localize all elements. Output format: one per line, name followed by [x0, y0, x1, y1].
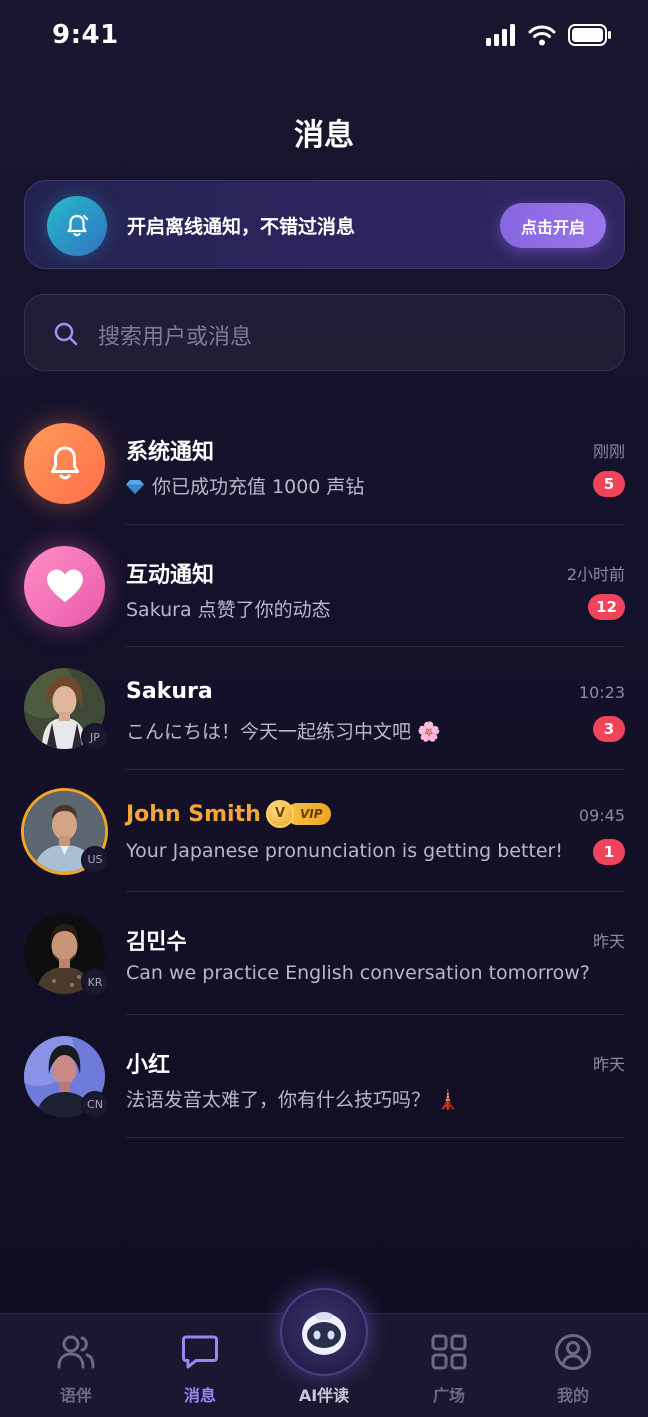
message-preview: Can we practice English conversation tom…: [126, 962, 590, 985]
country-badge: US: [81, 845, 109, 874]
message-preview: Sakura 点赞了你的动态: [126, 598, 331, 621]
enable-notifications-button[interactable]: 点击开启: [500, 203, 606, 248]
search-placeholder: 搜索用户或消息: [98, 325, 253, 350]
country-badge: JP: [81, 723, 109, 752]
message-name: Sakura: [126, 679, 213, 705]
message-name: 互动通知: [126, 562, 215, 588]
avatar: JP: [24, 668, 109, 752]
nav-label: 我的: [556, 1386, 589, 1405]
status-icons: [486, 24, 612, 46]
users-icon: [57, 1335, 95, 1369]
vip-badge: V VIP: [266, 799, 331, 828]
nav-label: AI伴读: [298, 1386, 350, 1405]
bell-icon: [50, 446, 79, 479]
message-item-system[interactable]: 系统通知 你已成功充值 1000 声钻 刚刚 5: [0, 402, 648, 525]
message-name: 系统通知: [126, 440, 215, 465]
search-icon: [54, 322, 78, 346]
nav-item-profile[interactable]: 我的: [523, 1332, 623, 1406]
message-item-interaction[interactable]: 互动通知 Sakura 点赞了你的动态 2小时前 12: [0, 525, 648, 648]
message-preview: こんにちは！今天一起练习中文吧 🌸: [126, 721, 441, 744]
nav-item-ai-reading[interactable]: AI伴读: [279, 1288, 369, 1406]
message-item-kim-minsu[interactable]: KR 김민수 Can we practice English conversat…: [0, 892, 648, 1015]
notification-banner: 开启离线通知，不错过消息 点击开启: [24, 180, 625, 269]
message-time: 刚刚: [592, 442, 625, 461]
avatar: KR: [24, 913, 109, 997]
notification-banner-text: 开启离线通知，不错过消息: [127, 216, 356, 238]
nav-label: 消息: [183, 1386, 216, 1405]
unread-badge: 1: [593, 838, 625, 865]
unread-badge: 5: [593, 471, 625, 497]
message-item-john-smith[interactable]: US John Smith V VIP Your Japanese pronun…: [0, 770, 648, 893]
country-badge: CN: [81, 1090, 109, 1119]
avatar: US: [21, 787, 109, 875]
profile-icon: [555, 1334, 591, 1370]
status-time: 9:41: [52, 20, 119, 50]
diamond-icon: [126, 480, 144, 494]
message-name: 小红: [126, 1052, 171, 1078]
grid-icon: [431, 1334, 467, 1370]
chat-icon: [182, 1335, 218, 1369]
avatar: [24, 423, 105, 504]
nav-item-language-partner[interactable]: 语伴: [26, 1332, 126, 1406]
vip-crown-icon: V: [266, 799, 294, 828]
message-preview: Your Japanese pronunciation is getting b…: [126, 839, 563, 862]
message-time: 昨天: [592, 932, 625, 952]
country-badge: KR: [81, 968, 109, 997]
message-name: 김민수: [126, 930, 187, 956]
notification-bell-icon: [47, 196, 107, 256]
nav-item-messages[interactable]: 消息: [150, 1332, 250, 1406]
wifi-icon: [528, 25, 556, 46]
bottom-nav: 语伴 消息 AI伴读 广场 我的: [0, 1288, 648, 1417]
nav-label: 语伴: [59, 1386, 92, 1405]
heart-icon: [46, 569, 83, 603]
page-title: 消息: [294, 118, 354, 153]
message-time: 09:45: [578, 805, 625, 825]
message-item-sakura[interactable]: JP Sakura こんにちは！今天一起练习中文吧 🌸 10:23 3: [0, 647, 648, 770]
nav-item-square[interactable]: 广场: [399, 1332, 499, 1406]
robot-icon: [302, 1312, 346, 1355]
search-input[interactable]: 搜索用户或消息: [24, 294, 625, 371]
message-item-xiaohong[interactable]: CN 小红 法语发音太难了，你有什么技巧吗？ 🗼 昨天: [0, 1015, 648, 1138]
nav-label: 广场: [432, 1386, 465, 1405]
message-preview: 你已成功充值 1000 声钻: [126, 472, 364, 499]
message-list: 系统通知 你已成功充值 1000 声钻 刚刚 5 互动通知 Sakura 点赞了…: [0, 402, 648, 1138]
avatar: CN: [24, 1035, 109, 1119]
status-bar: 9:41: [0, 0, 648, 74]
message-time: 昨天: [592, 1054, 625, 1074]
battery-icon: [568, 24, 611, 46]
avatar: [24, 545, 105, 627]
message-preview: 法语发音太难了，你有什么技巧吗？ 🗼: [126, 1088, 460, 1111]
message-name: John Smith: [126, 801, 261, 827]
message-time: 10:23: [578, 683, 625, 703]
divider: [126, 1136, 625, 1138]
unread-badge: 12: [588, 593, 625, 620]
unread-badge: 3: [593, 716, 625, 743]
message-time: 2小时前: [566, 564, 625, 584]
signal-icon: [486, 24, 515, 46]
